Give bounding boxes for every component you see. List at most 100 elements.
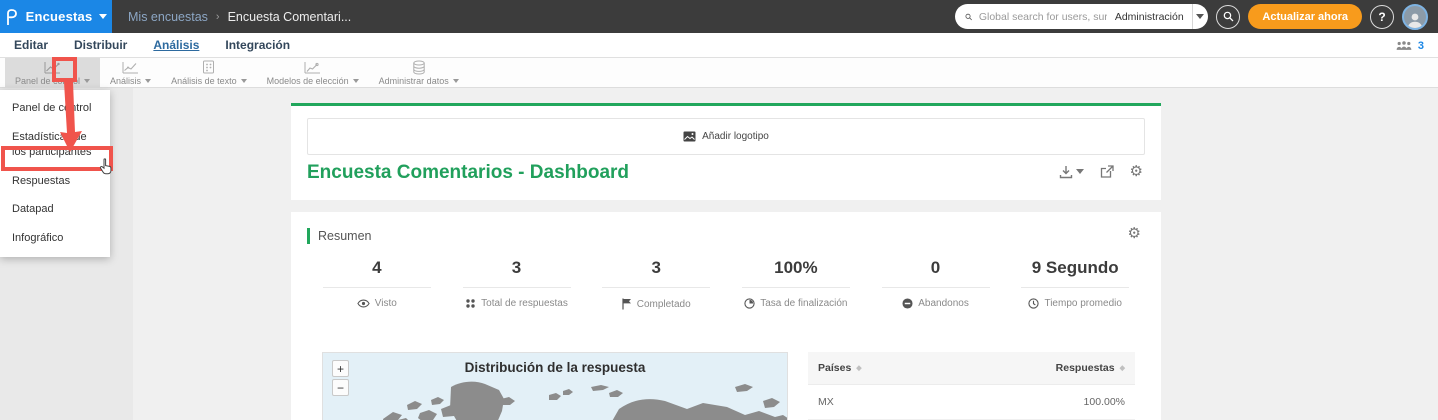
- chevron-down-icon[interactable]: [240, 78, 247, 83]
- dots-grid-icon: [466, 299, 475, 308]
- toolbar-label: Panel de control: [15, 75, 81, 86]
- search-scope-dropdown[interactable]: [1192, 4, 1208, 29]
- map-zoom-in-button[interactable]: +: [332, 360, 349, 377]
- search-scope-label[interactable]: Administración: [1107, 11, 1192, 23]
- cell-country: MX: [818, 396, 834, 408]
- stat-total-de-respuestas: 3 Total de respuestas: [447, 258, 587, 310]
- add-logo-label: Añadir logotipo: [702, 131, 769, 142]
- table-header-respuestas[interactable]: Respuestas ◆: [1056, 362, 1125, 374]
- topbar-right-cluster: Administración Actualizar ahora ?: [955, 3, 1438, 30]
- add-logo-dropzone[interactable]: Añadir logotipo: [307, 118, 1145, 155]
- help-label: ?: [1378, 9, 1386, 24]
- download-button[interactable]: [1059, 165, 1084, 179]
- tab-editar[interactable]: Editar: [14, 38, 48, 52]
- search-submit-button[interactable]: [1216, 4, 1241, 29]
- download-icon: [1059, 165, 1072, 178]
- dropdown-item-respuestas[interactable]: Respuestas: [0, 167, 110, 196]
- resumen-card: Resumen ⚙ 4 Visto 3 Total de respuestas …: [291, 212, 1161, 420]
- dropdown-item-datapad[interactable]: Datapad: [0, 195, 110, 224]
- toolbar-analisis-de-texto[interactable]: Análisis de texto: [161, 58, 257, 87]
- search-icon: [965, 13, 973, 20]
- response-map: Distribución de la respuesta + −: [322, 352, 788, 420]
- help-button[interactable]: ?: [1370, 4, 1394, 29]
- search-input[interactable]: [978, 10, 1107, 23]
- stat-visto: 4 Visto: [307, 258, 447, 310]
- collaborators-indicator[interactable]: 3: [1396, 33, 1424, 58]
- dashboard-title: Encuesta Comentarios - Dashboard: [307, 162, 630, 183]
- chart-frame-icon: [304, 60, 321, 75]
- toolbar-analisis[interactable]: Análisis: [100, 58, 161, 87]
- survey-nav: Editar Distribuir Análisis Integración 3: [0, 33, 1438, 58]
- toolbar-panel-de-control[interactable]: Panel de control: [5, 58, 101, 87]
- divider: [602, 287, 711, 288]
- dropdown-item-estadisticas[interactable]: Estadísticas de los participantes: [0, 123, 110, 167]
- tab-integracion[interactable]: Integración: [225, 38, 290, 52]
- divider: [322, 287, 431, 288]
- database-icon: [412, 60, 426, 75]
- share-icon: [1100, 164, 1114, 178]
- dropdown-item-panel-de-control[interactable]: Panel de control: [0, 94, 110, 123]
- resumen-settings-button[interactable]: ⚙: [1128, 226, 1141, 241]
- panel-de-control-dropdown: Panel de control Estadísticas de los par…: [0, 90, 110, 258]
- dashboard-actions: ⚙: [1059, 164, 1143, 179]
- share-button[interactable]: [1100, 164, 1114, 179]
- sort-icon[interactable]: ◆: [856, 364, 861, 372]
- divider: [881, 287, 990, 288]
- tab-analisis[interactable]: Análisis: [153, 38, 199, 52]
- dashboard-settings-button[interactable]: ⚙: [1130, 164, 1143, 179]
- stat-value: 3: [651, 258, 661, 277]
- table-header-paises[interactable]: Países ◆: [818, 362, 862, 374]
- table-header-row: Países ◆ Respuestas ◆: [808, 352, 1135, 385]
- stats-row: 4 Visto 3 Total de respuestas 3 Completa…: [307, 258, 1145, 310]
- dropdown-item-infografico[interactable]: Infográfico: [0, 224, 110, 253]
- chevron-down-icon: [99, 14, 108, 19]
- divider: [462, 287, 571, 288]
- stat-value: 100%: [774, 258, 818, 277]
- toolbar-label: Administrar datos: [378, 75, 449, 86]
- map-zoom-controls: + −: [332, 360, 349, 396]
- stat-label: Completado: [636, 298, 691, 310]
- analysis-toolbar: Panel de control Análisis Análisis de te…: [0, 58, 1438, 88]
- minus-circle-icon: [902, 298, 913, 309]
- search-icon: [1223, 11, 1234, 22]
- breadcrumb-separator: ›: [215, 10, 220, 23]
- stat-tasa-de-finalizacion: 100% Tasa de finalización: [726, 258, 866, 310]
- divider: [741, 287, 850, 288]
- breadcrumb-parent[interactable]: Mis encuestas: [128, 10, 208, 24]
- breadcrumb: Mis encuestas › Encuesta Comentari...: [128, 10, 351, 24]
- stat-value: 3: [511, 258, 522, 277]
- user-avatar[interactable]: [1402, 3, 1428, 30]
- person-icon: [1408, 13, 1422, 28]
- tab-distribuir[interactable]: Distribuir: [74, 38, 127, 52]
- map-zoom-out-button[interactable]: −: [332, 379, 349, 396]
- toolbar-label: Modelos de elección: [266, 75, 349, 86]
- divider: [1021, 287, 1130, 288]
- stat-tiempo-promedio: 9 Segundo Tiempo promedio: [1005, 258, 1145, 310]
- stat-value: 0: [930, 258, 941, 277]
- stat-label: Tasa de finalización: [760, 298, 848, 309]
- resumen-title: Resumen: [318, 229, 372, 243]
- image-icon: [683, 131, 696, 142]
- toolbar-administrar-datos[interactable]: Administrar datos: [369, 58, 469, 87]
- chevron-down-icon[interactable]: [352, 78, 359, 83]
- chevron-down-icon[interactable]: [145, 78, 152, 83]
- stat-value: 9 Segundo: [1031, 258, 1119, 277]
- line-chart-icon: [44, 60, 61, 75]
- sort-icon[interactable]: ◆: [1120, 364, 1125, 372]
- chevron-down-icon[interactable]: [84, 78, 91, 83]
- chevron-down-icon: [1075, 169, 1084, 174]
- update-now-button[interactable]: Actualizar ahora: [1248, 4, 1362, 29]
- header-label: Países: [818, 362, 852, 374]
- people-icon: [1396, 41, 1412, 50]
- stat-label: Visto: [374, 298, 397, 309]
- chart-icon: [122, 60, 139, 75]
- header-label: Respuestas: [1055, 362, 1115, 374]
- stat-label: Tiempo promedio: [1044, 298, 1122, 309]
- toolbar-modelos-de-eleccion[interactable]: Modelos de elección: [257, 58, 369, 87]
- product-switcher-button[interactable]: Encuestas: [0, 0, 112, 33]
- stat-label: Abandonos: [918, 298, 969, 309]
- chevron-down-icon[interactable]: [452, 78, 459, 83]
- stat-label: Total de respuestas: [481, 298, 568, 309]
- resumen-header: Resumen: [307, 228, 372, 244]
- toolbar-label: Análisis: [110, 75, 142, 86]
